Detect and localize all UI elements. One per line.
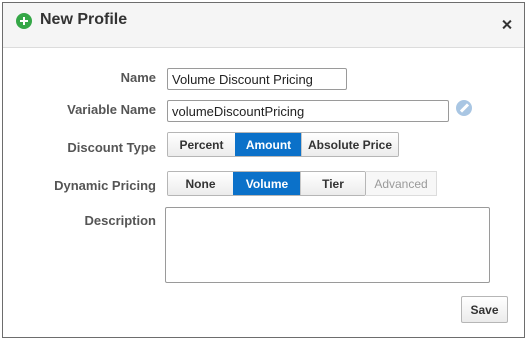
pencil-icon[interactable]	[456, 100, 472, 116]
save-button[interactable]: Save	[461, 296, 508, 323]
dynamic-pricing-tier[interactable]: Tier	[300, 172, 365, 195]
discount-type-absolute-price[interactable]: Absolute Price	[301, 133, 398, 156]
discount-type-label: Discount Type	[67, 140, 156, 155]
name-label: Name	[120, 70, 156, 85]
new-profile-dialog: New Profile	[2, 2, 525, 338]
variable-name-label: Variable Name	[67, 102, 156, 117]
dynamic-pricing-selector: None Volume Tier	[167, 171, 366, 196]
discount-type-selector: Percent Amount Absolute Price	[167, 132, 399, 157]
dynamic-pricing-volume[interactable]: Volume	[233, 172, 300, 195]
description-label: Description	[84, 213, 156, 228]
dynamic-pricing-label: Dynamic Pricing	[54, 178, 156, 193]
close-icon[interactable]	[500, 18, 514, 32]
dynamic-pricing-none[interactable]: None	[168, 172, 233, 195]
discount-type-percent[interactable]: Percent	[168, 133, 235, 156]
variable-name-input[interactable]	[167, 100, 449, 122]
discount-type-amount[interactable]: Amount	[235, 133, 301, 156]
name-input[interactable]	[167, 68, 347, 90]
description-textarea[interactable]	[165, 207, 490, 283]
dialog-title: New Profile	[40, 11, 128, 28]
dynamic-pricing-advanced: Advanced	[366, 171, 437, 196]
add-circle-icon	[16, 13, 32, 29]
dialog-header: New Profile	[3, 3, 524, 48]
